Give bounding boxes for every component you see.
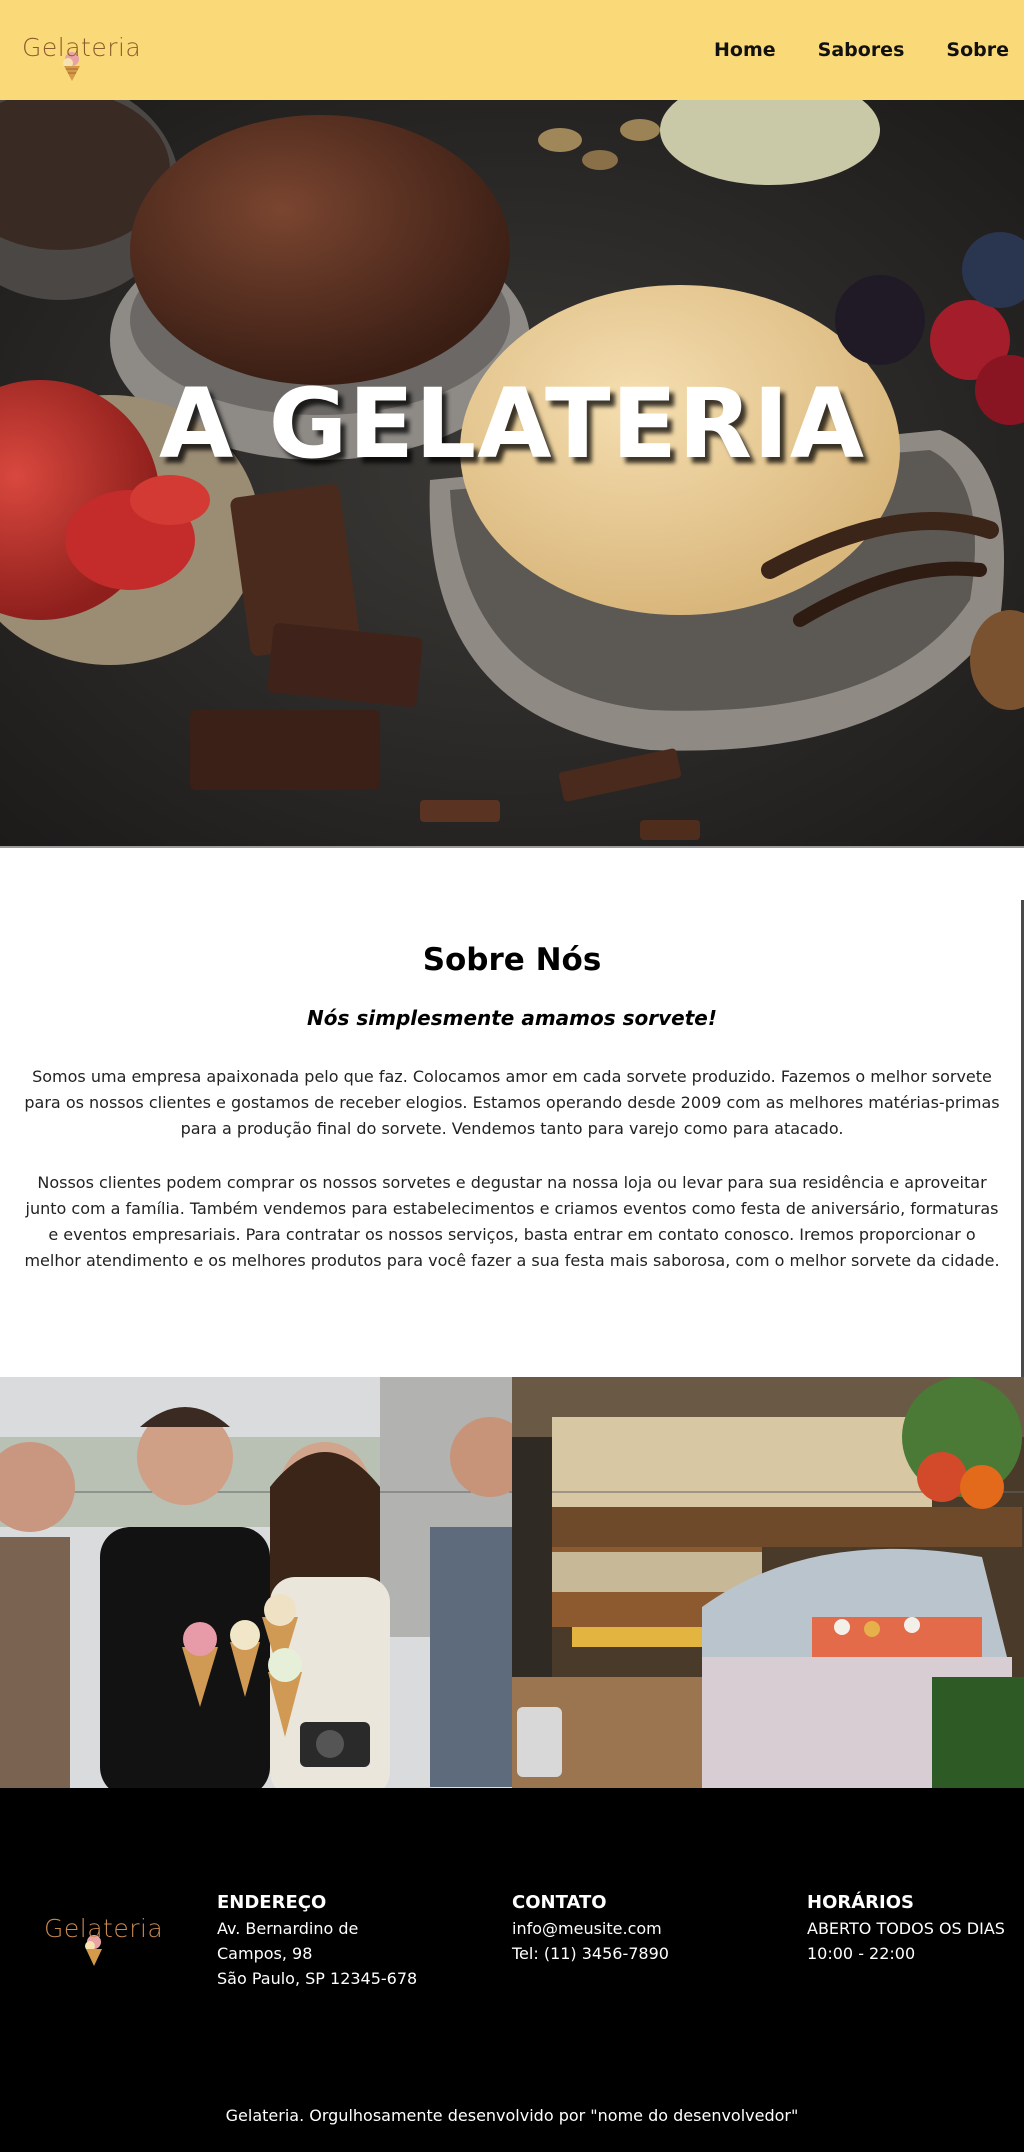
hero-banner: A GELATERIA bbox=[0, 100, 1024, 848]
brand-logo[interactable]: Gelateria bbox=[22, 19, 141, 81]
footer-copyright: Gelateria. Orgulhosamente desenvolvido p… bbox=[225, 2106, 799, 2125]
footer-address: Endereço Av. Bernardino de Campos, 98 Sã… bbox=[217, 1890, 427, 1991]
footer-address-line: Campos, 98 bbox=[217, 1944, 313, 1963]
nav-sobre-link[interactable]: Sobre bbox=[925, 39, 1024, 61]
nav-home-link[interactable]: Home bbox=[693, 39, 797, 61]
footer-contact-title: Contato bbox=[512, 1892, 607, 1913]
ice-cream-shop-photo bbox=[512, 1377, 1024, 1788]
logo-wordmark: Gelateria bbox=[44, 1914, 164, 1943]
main-nav: Home Sabores Sobre bbox=[693, 0, 1024, 100]
footer-hours-line: 10:00 - 22:00 bbox=[807, 1944, 916, 1963]
footer-phone: Tel: (11) 3456-7890 bbox=[512, 1944, 669, 1963]
about-paragraph: Nossos clientes podem comprar os nossos … bbox=[24, 1173, 1000, 1270]
footer-contact: Contato info@meusite.com Tel: (11) 3456-… bbox=[512, 1890, 772, 1966]
nav-sabores-link[interactable]: Sabores bbox=[797, 39, 926, 61]
footer-logo[interactable]: Gelateria bbox=[44, 1898, 163, 1968]
site-footer: Gelateria Endereço Av. Bernardino de Cam… bbox=[0, 1788, 1024, 2152]
logo-wordmark: Gelateria bbox=[22, 33, 142, 62]
footer-hours-line: ABERTO TODOS OS DIAS bbox=[807, 1919, 1005, 1938]
hero-divider bbox=[0, 846, 1024, 848]
site-header: Gelateria Home Sabores Sobre bbox=[0, 0, 1024, 100]
footer-address-line: Av. Bernardino de bbox=[217, 1919, 359, 1938]
footer-address-title: Endereço bbox=[217, 1892, 327, 1913]
hero-title: A GELATERIA bbox=[158, 368, 866, 480]
footer-hours: Horários ABERTO TODOS OS DIAS 10:00 - 22… bbox=[807, 1890, 1022, 1966]
friends-ice-cream-photo bbox=[0, 1377, 512, 1788]
footer-email-link[interactable]: info@meusite.com bbox=[512, 1916, 772, 1941]
footer-hours-title: Horários bbox=[807, 1892, 914, 1913]
photo-gallery bbox=[0, 1377, 1024, 1788]
about-subtitle: Nós simplesmente amamos sorvete! bbox=[307, 1006, 717, 1030]
about-title: Sobre Nós bbox=[422, 942, 602, 978]
footer-address-line: São Paulo, SP 12345-678 bbox=[217, 1969, 418, 1988]
about-section: Sobre Nós Nós simplesmente amamos sorvet… bbox=[0, 850, 1024, 1500]
about-paragraph: Somos uma empresa apaixonada pelo que fa… bbox=[24, 1067, 1000, 1138]
